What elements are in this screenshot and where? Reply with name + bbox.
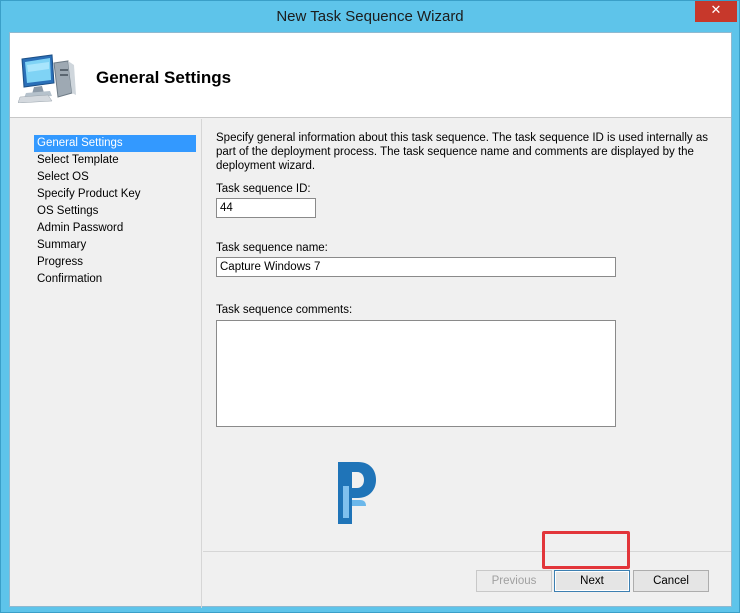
close-icon: ✕ bbox=[710, 3, 722, 18]
description-text: Specify general information about this t… bbox=[216, 132, 709, 172]
task-sequence-name-label: Task sequence name: bbox=[216, 242, 328, 254]
next-button-highlight bbox=[542, 531, 630, 569]
nav-item-admin-password[interactable]: Admin Password bbox=[34, 220, 196, 237]
nav-item-os-settings[interactable]: OS Settings bbox=[34, 203, 196, 220]
nav-item-progress[interactable]: Progress bbox=[34, 254, 196, 271]
task-sequence-comments-label: Task sequence comments: bbox=[216, 304, 353, 316]
next-button[interactable]: Next bbox=[554, 570, 630, 592]
task-sequence-name-input[interactable]: Capture Windows 7 bbox=[216, 257, 616, 277]
title-bar[interactable]: New Task Sequence Wizard ✕ bbox=[1, 1, 739, 33]
page-title: General Settings bbox=[96, 68, 232, 87]
computer-icon bbox=[18, 54, 76, 103]
close-button[interactable]: ✕ bbox=[695, 1, 737, 22]
nav-item-specify-product-key[interactable]: Specify Product Key bbox=[34, 186, 196, 203]
task-sequence-id-input[interactable]: 44 bbox=[216, 198, 316, 218]
watermark-logo bbox=[338, 462, 376, 524]
task-sequence-id-label: Task sequence ID: bbox=[216, 183, 311, 195]
window-title: New Task Sequence Wizard bbox=[276, 8, 464, 25]
vertical-divider bbox=[201, 119, 202, 608]
nav-item-general-settings[interactable]: General Settings bbox=[34, 135, 196, 152]
button-bar-divider bbox=[203, 551, 731, 552]
previous-button[interactable]: Previous bbox=[476, 570, 552, 592]
wizard-header: General Settings bbox=[10, 33, 731, 118]
wizard-window: New Task Sequence Wizard ✕ General Setti… bbox=[0, 0, 740, 613]
settings-panel: Specify general information about this t… bbox=[216, 131, 728, 173]
task-sequence-comments-input[interactable] bbox=[216, 320, 616, 427]
wizard-step-list: General Settings Select Template Select … bbox=[34, 135, 196, 288]
nav-item-select-os[interactable]: Select OS bbox=[34, 169, 196, 186]
cancel-button[interactable]: Cancel bbox=[633, 570, 709, 592]
nav-item-summary[interactable]: Summary bbox=[34, 237, 196, 254]
nav-item-select-template[interactable]: Select Template bbox=[34, 152, 196, 169]
nav-item-confirmation[interactable]: Confirmation bbox=[34, 271, 196, 288]
